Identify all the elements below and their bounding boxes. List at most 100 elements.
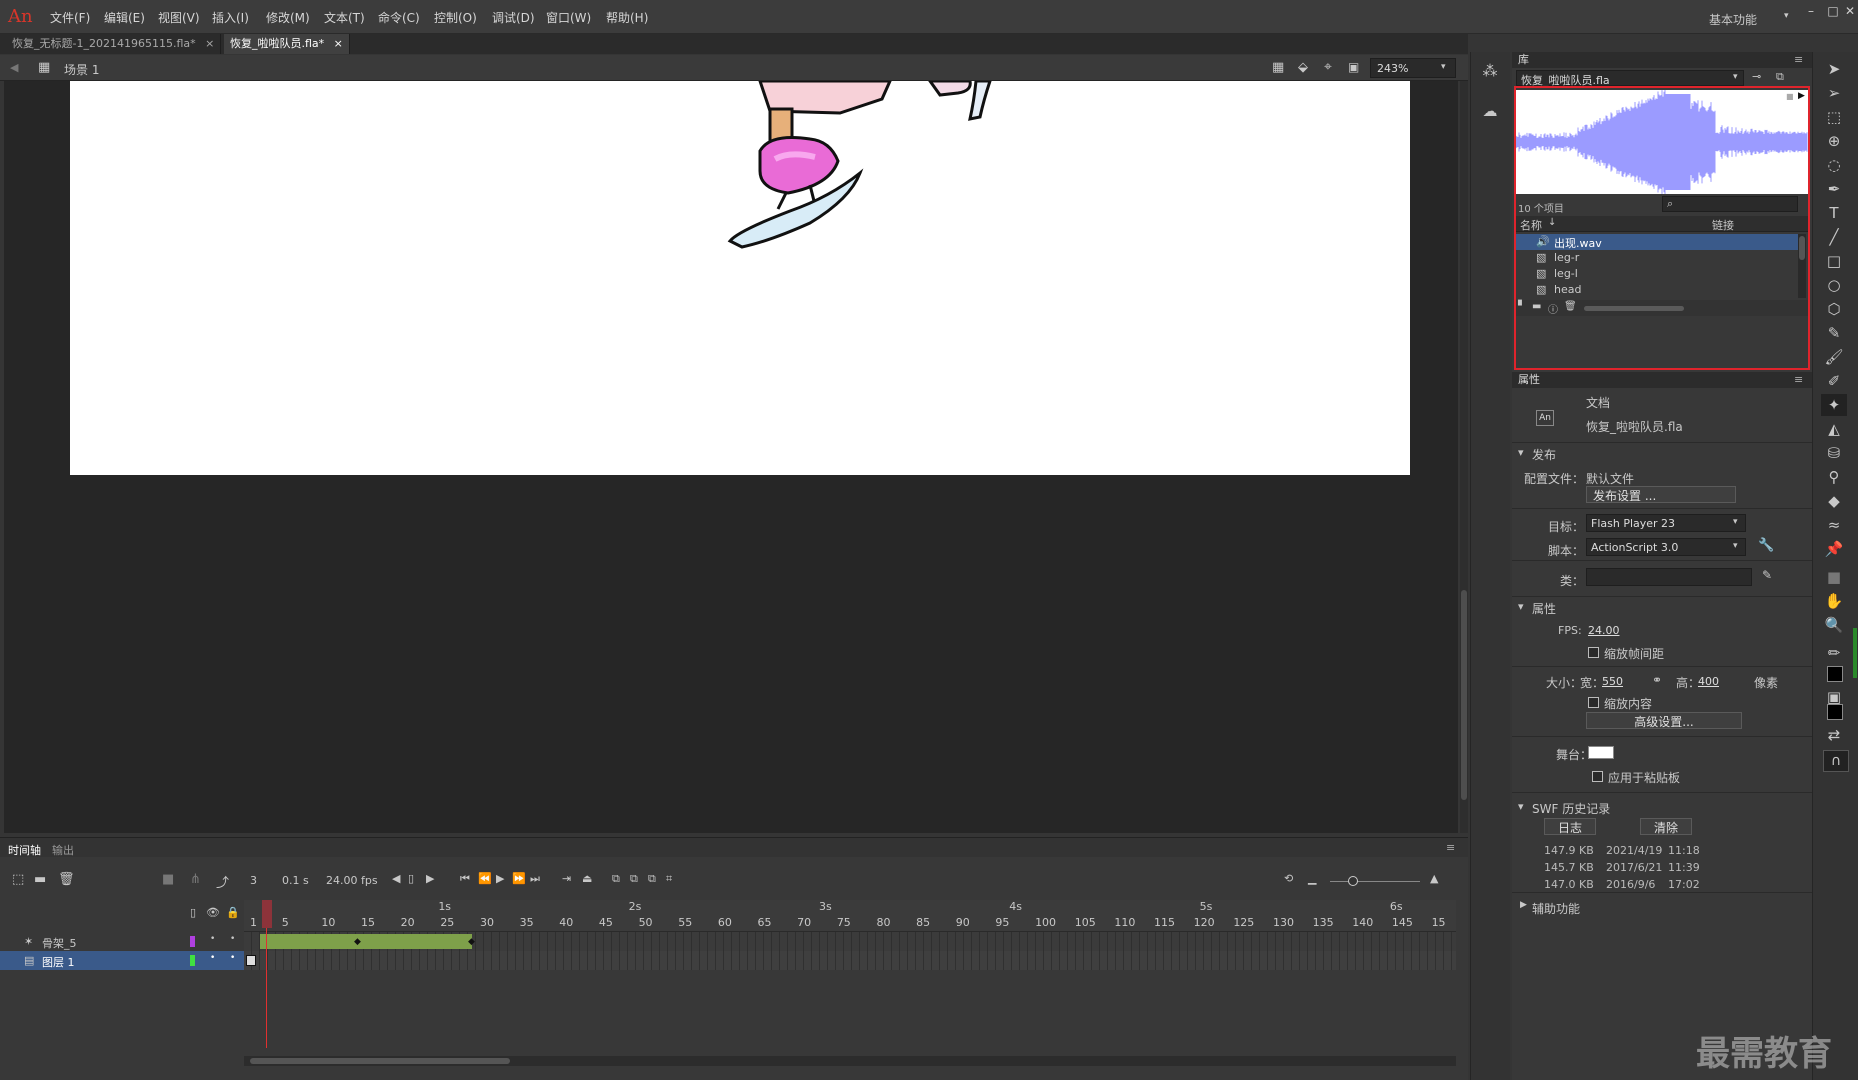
menu-item[interactable]: 修改(M)	[266, 9, 310, 26]
edit-symbol-icon[interactable]: ⬙	[1298, 60, 1308, 75]
menu-item[interactable]: 帮助(H)	[606, 9, 648, 26]
library-panel-title[interactable]: 库	[1512, 52, 1812, 68]
stage-canvas[interactable]	[70, 81, 1410, 475]
attrs-header[interactable]: 属性	[1532, 600, 1556, 617]
center-frame-icon[interactable]: ⏏	[582, 872, 592, 885]
eye-icon[interactable]: 👁	[206, 906, 220, 919]
panel-menu-icon[interactable]: ≡	[1446, 841, 1455, 854]
stroke-color-icon[interactable]: ✏	[1821, 642, 1847, 664]
eyedropper-tool-icon[interactable]: ⚲	[1821, 466, 1847, 488]
edit-scene-icon[interactable]: ▦	[1272, 60, 1284, 75]
menu-item[interactable]: 文本(T)	[324, 9, 365, 26]
blank-keyframe[interactable]	[246, 955, 256, 966]
chevron-down-icon[interactable]: ▾	[1784, 11, 1789, 21]
accessibility-header[interactable]: 辅助功能	[1532, 900, 1580, 917]
publish-header[interactable]: 发布	[1532, 446, 1556, 463]
brush-tool-icon[interactable]: 🖌	[1821, 346, 1847, 368]
wrench-icon[interactable]: 🔧	[1758, 538, 1774, 553]
layer-row-armature[interactable]: ✶ 骨架_5 • •	[0, 932, 244, 951]
collapse-attrs-icon[interactable]: ▾	[1518, 600, 1524, 613]
fps-value[interactable]: 24.00	[1588, 624, 1620, 637]
3d-rotation-tool-icon[interactable]: ⊕	[1821, 130, 1847, 152]
link-icon[interactable]: ⚭	[1652, 673, 1662, 687]
width-tool-icon[interactable]: ≈	[1821, 514, 1847, 536]
polystar-tool-icon[interactable]: ⬡	[1821, 298, 1847, 320]
camera-icon[interactable]: ■	[162, 872, 174, 887]
prev-keyframe-icon[interactable]: ◀	[392, 872, 400, 885]
workspace-switcher[interactable]: 基本功能	[1709, 11, 1757, 28]
next-keyframe-icon[interactable]: ▶	[426, 872, 434, 885]
apply-paste-checkbox[interactable]	[1592, 771, 1603, 782]
selection-tool-icon[interactable]: ➤	[1821, 58, 1847, 80]
pen-tool-icon[interactable]: ✒	[1821, 178, 1847, 200]
class-input[interactable]	[1586, 568, 1752, 586]
oval-tool-icon[interactable]: ○	[1821, 274, 1847, 296]
playhead-handle[interactable]	[262, 900, 272, 928]
asset-warp-tool-icon[interactable]: 📌	[1821, 538, 1847, 560]
rectangle-tool-icon[interactable]: □	[1821, 250, 1847, 272]
cc-libraries-icon[interactable]: ☁	[1477, 100, 1503, 122]
scene-name[interactable]: 场景 1	[64, 61, 99, 78]
expand-accessibility-icon[interactable]: ▶	[1520, 900, 1527, 910]
slider-handle[interactable]	[1348, 876, 1358, 886]
zoom-tool-icon[interactable]: 🔍	[1821, 614, 1847, 636]
onion-outline-icon[interactable]: ⧉	[630, 872, 638, 886]
doc-tab-cheerleader[interactable]: 恢复_啦啦队员.fla* ×	[224, 34, 350, 54]
lasso-tool-icon[interactable]: ◌	[1821, 154, 1847, 176]
insert-keyframe-icon[interactable]: ▯	[408, 872, 414, 885]
height-value[interactable]: 400	[1698, 675, 1719, 688]
swf-history-header[interactable]: SWF 历史记录	[1532, 800, 1610, 817]
subselection-tool-icon[interactable]: ➢	[1821, 82, 1847, 104]
camera-tool-icon[interactable]: ■	[1821, 566, 1847, 588]
log-button[interactable]: 日志	[1544, 818, 1596, 835]
close-icon[interactable]: ✕	[1842, 4, 1858, 22]
loop-icon[interactable]: ⇥	[562, 872, 571, 885]
outline-toggle-icon[interactable]: ▯	[190, 906, 196, 919]
scrollbar-thumb[interactable]	[1461, 590, 1467, 800]
graph-icon[interactable]: ⤴	[216, 872, 229, 891]
new-library-panel-icon[interactable]: ⧉	[1776, 70, 1784, 84]
swap-colors-icon[interactable]: ⇄	[1821, 724, 1847, 746]
new-folder-icon[interactable]: ▬	[34, 872, 46, 887]
frames-layer1[interactable]	[244, 951, 1456, 970]
clip-content-icon[interactable]: ▣	[1348, 60, 1359, 74]
menu-item[interactable]: 控制(O)	[434, 9, 477, 26]
lock-dot[interactable]: •	[230, 953, 235, 963]
step-back-icon[interactable]: ⏪	[478, 872, 492, 885]
frames-armature[interactable]: ◆ ◆	[244, 932, 1456, 951]
paint-brush-tool-icon[interactable]: ✐	[1821, 370, 1847, 392]
elapsed-time[interactable]: 0.1 s	[282, 874, 309, 887]
scale-content-checkbox[interactable]	[1588, 697, 1599, 708]
collapse-publish-icon[interactable]: ▾	[1518, 446, 1524, 459]
scale-spans-checkbox[interactable]	[1588, 647, 1599, 658]
properties-panel-title[interactable]: 属性	[1512, 372, 1812, 388]
last-frame-icon[interactable]: ⏭	[530, 872, 540, 886]
doc-tab-untitled[interactable]: 恢复_无标题-1_202141965115.fla* ×	[6, 34, 221, 54]
script-select[interactable]: ActionScript 3.0 ▾	[1586, 538, 1746, 556]
close-icon[interactable]: ×	[334, 37, 343, 50]
menu-item[interactable]: 编辑(E)	[104, 9, 145, 26]
menu-item[interactable]: 命令(C)	[378, 9, 420, 26]
clear-button[interactable]: 清除	[1640, 818, 1692, 835]
layer-parent-icon[interactable]: ⋔	[190, 872, 201, 887]
zoom-out-frames-icon[interactable]: ▁	[1308, 872, 1316, 885]
collapse-swf-icon[interactable]: ▾	[1518, 800, 1524, 813]
zoom-select[interactable]: 243% ▾	[1370, 58, 1456, 78]
undo-icon[interactable]: ⟲	[1284, 872, 1293, 885]
visibility-dot[interactable]: •	[210, 934, 215, 944]
lock-icon[interactable]: 🔒	[226, 906, 240, 919]
advanced-settings-button[interactable]: 高级设置...	[1586, 712, 1742, 729]
current-frame[interactable]: 3	[250, 874, 257, 887]
pose-span[interactable]	[260, 934, 472, 949]
tab-output[interactable]: 输出	[52, 842, 74, 858]
cheerleader-illustration[interactable]	[70, 81, 1410, 475]
menu-item[interactable]: 窗口(W)	[546, 9, 591, 26]
stage-color-swatch[interactable]	[1588, 746, 1614, 759]
back-arrow-icon[interactable]: ◀	[10, 61, 18, 74]
pin-icon[interactable]: ⊸	[1752, 70, 1761, 83]
width-value[interactable]: 550	[1602, 675, 1623, 688]
menu-item[interactable]: 插入(I)	[212, 9, 249, 26]
panel-menu-icon[interactable]: ≡	[1794, 53, 1803, 66]
modify-markers-icon[interactable]: ⌗	[666, 872, 672, 886]
layer-name[interactable]: 骨架_5	[42, 935, 77, 951]
